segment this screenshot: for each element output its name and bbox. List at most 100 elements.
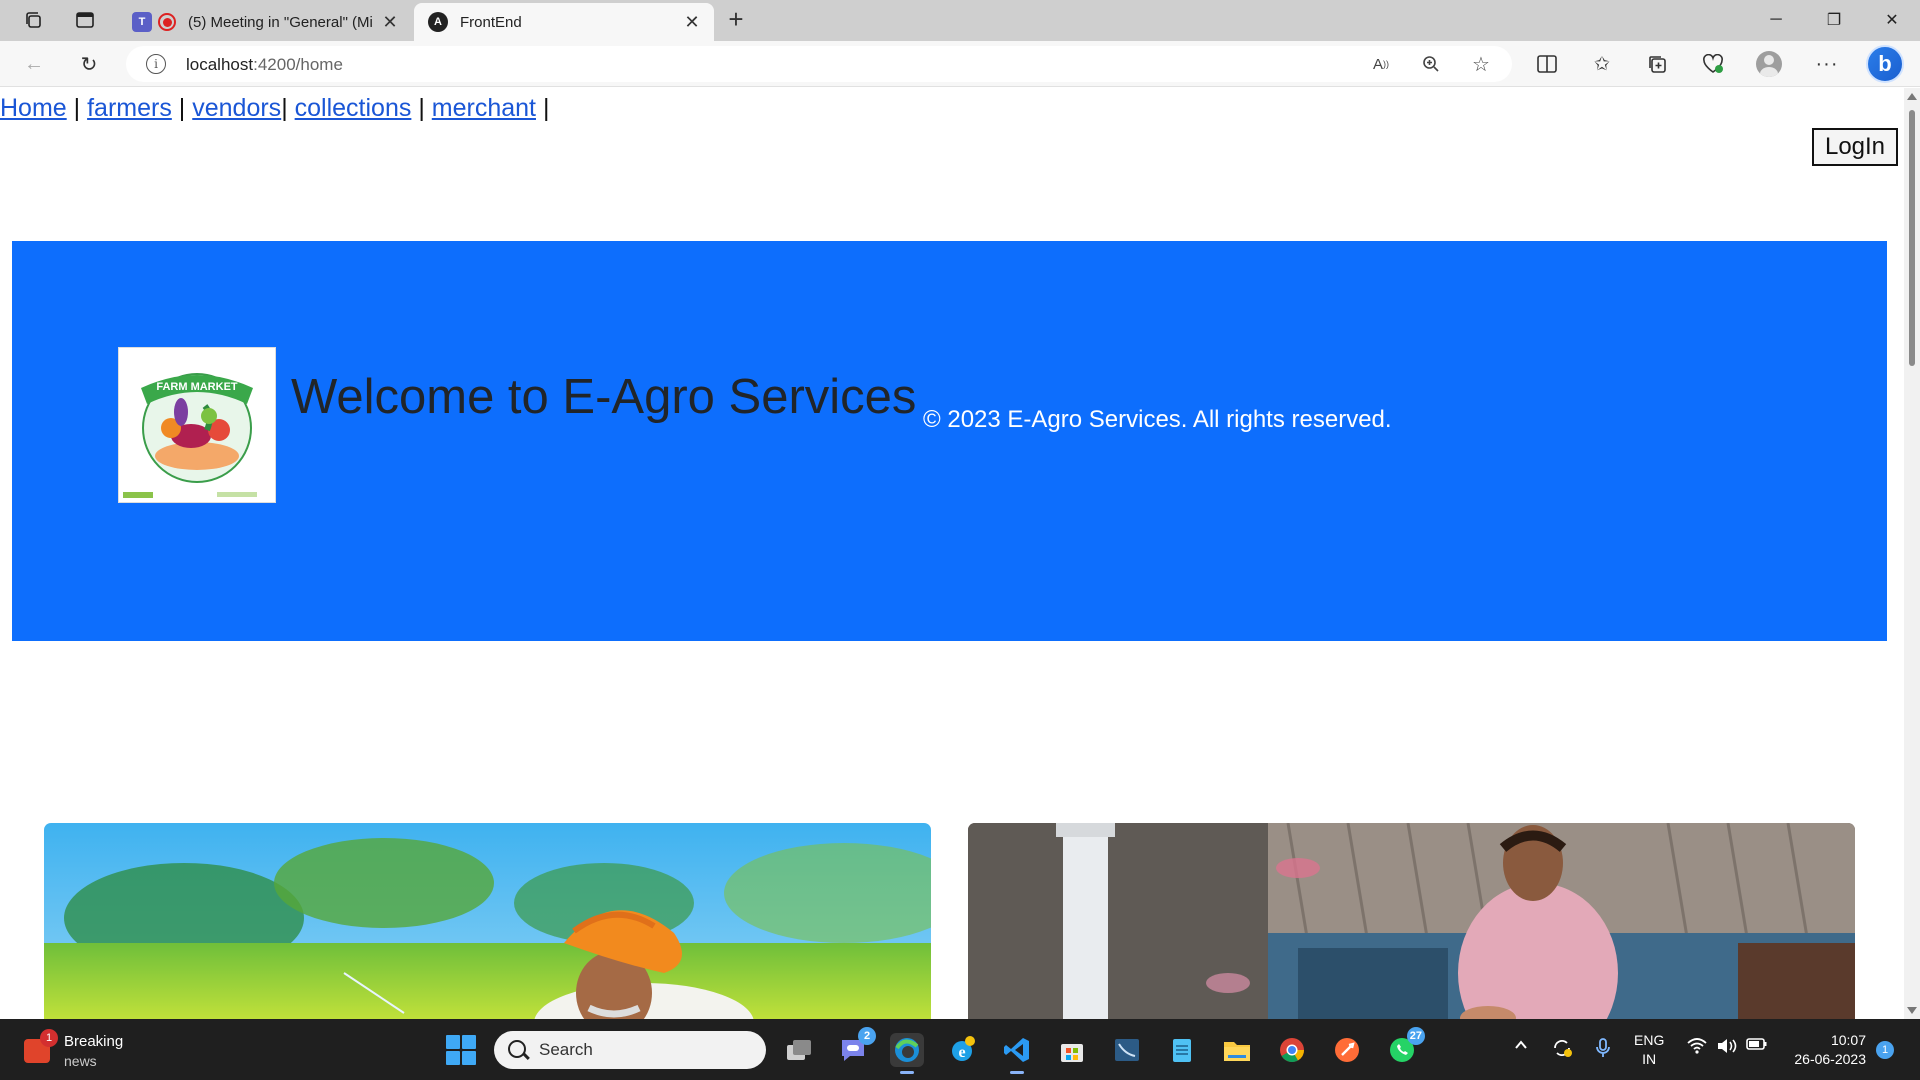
nav-link-farmers[interactable]: farmers bbox=[87, 94, 172, 122]
windows-logo-pane bbox=[462, 1035, 476, 1049]
url-path: :4200/home bbox=[253, 55, 343, 74]
news-badge: 1 bbox=[40, 1029, 58, 1047]
windows-logo-pane bbox=[462, 1051, 476, 1065]
nav-separator: | bbox=[178, 94, 186, 122]
clock-date: 26-06-2023 bbox=[1794, 1051, 1866, 1067]
tab-frontend[interactable]: A FrontEnd ✕ bbox=[414, 3, 714, 41]
scroll-up-arrow[interactable] bbox=[1907, 93, 1917, 100]
teams-badge: 2 bbox=[858, 1027, 876, 1045]
url-host: localhost bbox=[186, 55, 254, 74]
notification-badge[interactable]: 1 bbox=[1876, 1041, 1894, 1059]
active-app-indicator bbox=[900, 1071, 914, 1074]
windows-taskbar: 1 Breaking news Search 2 e 27 ENG IN 10:… bbox=[0, 1019, 1920, 1080]
farm-market-logo: FARM MARKET bbox=[118, 347, 276, 503]
logo-text: FARM MARKET bbox=[156, 381, 238, 393]
teams-icon: T bbox=[132, 12, 152, 32]
refresh-button[interactable]: ↻ bbox=[73, 48, 105, 80]
more-options-icon[interactable]: ··· bbox=[1812, 49, 1842, 79]
scroll-down-arrow[interactable] bbox=[1907, 1007, 1917, 1014]
favorites-icon[interactable]: ✩ bbox=[1587, 49, 1617, 79]
close-window-button[interactable]: ✕ bbox=[1864, 0, 1920, 40]
site-info-icon[interactable]: i bbox=[146, 54, 166, 74]
nav-separator: | bbox=[73, 94, 81, 122]
minimize-button[interactable]: ─ bbox=[1748, 0, 1804, 40]
hero-banner: FARM MARKET Welcome to E-Agro Services ©… bbox=[12, 241, 1887, 641]
nav-separator: | bbox=[542, 94, 550, 122]
back-button[interactable]: ← bbox=[18, 48, 50, 80]
taskbar-search[interactable]: Search bbox=[494, 1031, 766, 1069]
whatsapp-badge: 27 bbox=[1406, 1027, 1425, 1045]
microsoft-store-icon[interactable] bbox=[1055, 1033, 1089, 1067]
microphone-icon[interactable] bbox=[1594, 1037, 1612, 1064]
svg-text:e: e bbox=[958, 1044, 965, 1061]
postman-icon[interactable] bbox=[1330, 1033, 1364, 1067]
top-nav: Home | farmers | vendors| collections | … bbox=[0, 94, 549, 123]
windows-logo-pane bbox=[446, 1051, 460, 1065]
nav-separator: | bbox=[281, 94, 288, 122]
vertical-tabs-icon[interactable] bbox=[72, 8, 98, 32]
url-text: localhost:4200/home bbox=[186, 55, 343, 75]
teams-chat-icon[interactable]: 2 bbox=[836, 1027, 876, 1067]
notepad-icon[interactable] bbox=[1165, 1033, 1199, 1067]
system-clock[interactable]: 10:07 26-06-2023 bbox=[1786, 1031, 1866, 1069]
farmer-photo-card bbox=[44, 823, 931, 1019]
address-bar[interactable]: i localhost:4200/home A)) ☆ bbox=[126, 46, 1512, 82]
start-button[interactable] bbox=[446, 1035, 476, 1065]
language-code: ENG bbox=[1634, 1032, 1665, 1048]
nav-link-vendors[interactable]: vendors bbox=[192, 94, 281, 122]
wifi-icon[interactable] bbox=[1686, 1037, 1708, 1060]
scroll-thumb[interactable] bbox=[1909, 110, 1915, 366]
internet-explorer-icon[interactable]: e bbox=[945, 1033, 979, 1067]
battery-icon[interactable] bbox=[1746, 1037, 1768, 1056]
restore-button[interactable]: ❐ bbox=[1806, 0, 1862, 40]
whatsapp-icon[interactable]: 27 bbox=[1385, 1027, 1425, 1067]
nav-link-merchant[interactable]: merchant bbox=[432, 94, 536, 122]
page-scrollbar[interactable] bbox=[1904, 88, 1920, 1019]
new-tab-button[interactable]: + bbox=[722, 6, 750, 34]
file-explorer-icon[interactable] bbox=[1220, 1033, 1254, 1067]
favorite-star-icon[interactable]: ☆ bbox=[1468, 52, 1494, 76]
zoom-icon[interactable] bbox=[1418, 52, 1444, 76]
browser-toolbar: ← ↻ i localhost:4200/home A)) ☆ ✩ ··· b bbox=[0, 41, 1920, 87]
input-language-indicator[interactable]: ENG IN bbox=[1634, 1031, 1664, 1069]
show-hidden-icons-chevron[interactable] bbox=[1513, 1037, 1529, 1058]
copyright-text: © 2023 E-Agro Services. All rights reser… bbox=[923, 406, 1392, 433]
workspaces-icon[interactable] bbox=[20, 8, 46, 32]
sql-developer-icon[interactable] bbox=[1110, 1033, 1144, 1067]
tab-teams-meeting[interactable]: T (5) Meeting in "General" (Mi ✕ bbox=[120, 3, 412, 41]
search-icon bbox=[508, 1040, 526, 1058]
merchant-photo-card bbox=[968, 823, 1855, 1019]
nav-separator: | bbox=[418, 94, 425, 122]
login-button[interactable]: LogIn bbox=[1812, 128, 1898, 166]
nav-link-home[interactable]: Home bbox=[0, 94, 67, 122]
browser-tab-bar: T (5) Meeting in "General" (Mi ✕ A Front… bbox=[0, 0, 1920, 41]
nav-link-collections[interactable]: collections bbox=[295, 94, 412, 122]
read-aloud-icon[interactable]: A)) bbox=[1368, 52, 1394, 76]
tab-title: FrontEnd bbox=[460, 13, 522, 31]
angular-icon: A bbox=[428, 12, 448, 32]
search-placeholder: Search bbox=[539, 1040, 593, 1059]
chrome-icon[interactable] bbox=[1275, 1033, 1309, 1067]
task-view-icon[interactable] bbox=[782, 1033, 816, 1067]
news-subtitle: news bbox=[64, 1053, 97, 1069]
hero-title: Welcome to E-Agro Services bbox=[291, 370, 917, 424]
browser-essentials-icon[interactable] bbox=[1698, 49, 1728, 79]
tab-close-icon[interactable]: ✕ bbox=[680, 12, 704, 33]
open-app-indicator bbox=[1010, 1071, 1024, 1074]
tab-title: (5) Meeting in "General" (Mi bbox=[188, 13, 373, 31]
bing-copilot-button[interactable]: b bbox=[1866, 45, 1904, 83]
page-viewport: Home | farmers | vendors| collections | … bbox=[0, 88, 1904, 1019]
vscode-icon[interactable] bbox=[1000, 1033, 1034, 1074]
clock-time: 10:07 bbox=[1830, 1032, 1866, 1048]
tab-close-icon[interactable]: ✕ bbox=[378, 12, 402, 33]
volume-icon[interactable] bbox=[1716, 1037, 1738, 1060]
edge-icon[interactable] bbox=[890, 1033, 924, 1074]
windows-logo-pane bbox=[446, 1035, 460, 1049]
split-screen-icon[interactable] bbox=[1532, 49, 1562, 79]
collections-icon[interactable] bbox=[1642, 49, 1672, 79]
screen: T (5) Meeting in "General" (Mi ✕ A Front… bbox=[0, 0, 1920, 1080]
region-code: IN bbox=[1642, 1051, 1657, 1067]
sync-icon[interactable] bbox=[1551, 1037, 1573, 1064]
news-widget[interactable]: 1 Breaking news bbox=[24, 1029, 134, 1073]
profile-avatar[interactable] bbox=[1756, 51, 1782, 77]
